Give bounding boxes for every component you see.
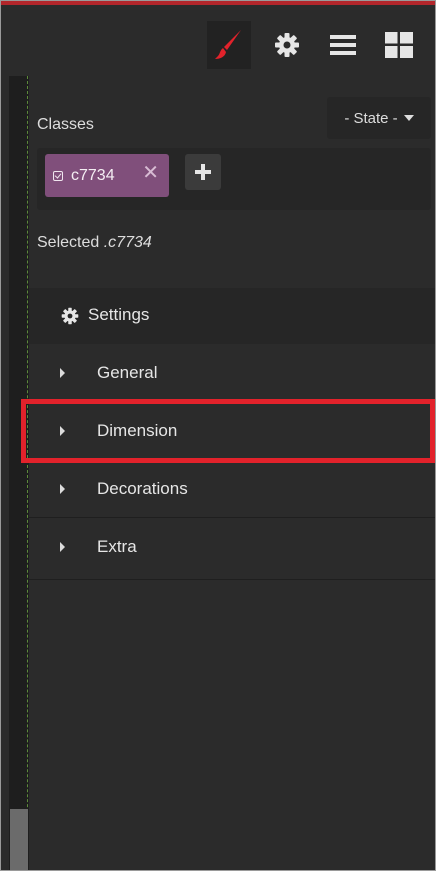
class-tags-container: c7734 ✕ [37,148,431,210]
style-manager-button[interactable] [207,21,251,69]
sector-label: Dimension [97,421,178,440]
settings-button[interactable] [265,21,309,69]
selected-info: Selected .c7734 [37,234,152,252]
sector-decorations[interactable]: Decorations [29,460,435,518]
gear-icon [61,307,79,325]
paint-brush-icon [215,30,241,59]
selected-prefix: Selected [37,234,100,251]
state-select-value: - State - [344,109,398,127]
add-class-button[interactable] [185,154,221,190]
panel-toolbar [29,5,435,77]
bars-icon [330,35,356,55]
selected-class: .c7734 [103,234,152,251]
sector-dimension[interactable]: Dimension [29,402,435,460]
class-tag[interactable]: c7734 ✕ [45,154,169,197]
settings-header[interactable]: Settings [29,288,435,345]
left-scroll-track [9,76,29,870]
sector-label: Decorations [97,479,188,498]
caret-right-icon [60,542,65,552]
canvas-edge-guide [27,76,28,870]
left-strip-top [1,5,29,76]
close-icon[interactable]: ✕ [142,163,159,183]
sector-general[interactable]: General [29,344,435,402]
settings-label: Settings [88,305,150,324]
scrollbar-thumb[interactable] [10,809,28,870]
state-select[interactable]: - State - [327,97,431,139]
classes-label: Classes [37,116,94,133]
caret-right-icon [60,368,65,378]
sector-label: Extra [97,537,137,556]
layer-manager-button[interactable] [321,21,365,69]
caret-right-icon [60,426,65,436]
style-manager-panel: Classes - State - c7734 ✕ Selected .c773… [0,0,436,871]
checkbox-icon[interactable] [53,170,63,181]
sector-extra[interactable]: Extra [29,518,435,580]
caret-down-icon [403,115,414,121]
panel-content: Classes - State - c7734 ✕ Selected .c773… [29,76,435,870]
style-sectors: Settings General Dimension Decorations E… [29,288,435,580]
caret-right-icon [60,484,65,494]
blocks-button[interactable] [377,21,421,69]
grid-icon [385,32,413,58]
class-tag-label: c7734 [71,166,115,184]
sector-label: General [97,363,158,382]
gear-icon [275,33,299,57]
